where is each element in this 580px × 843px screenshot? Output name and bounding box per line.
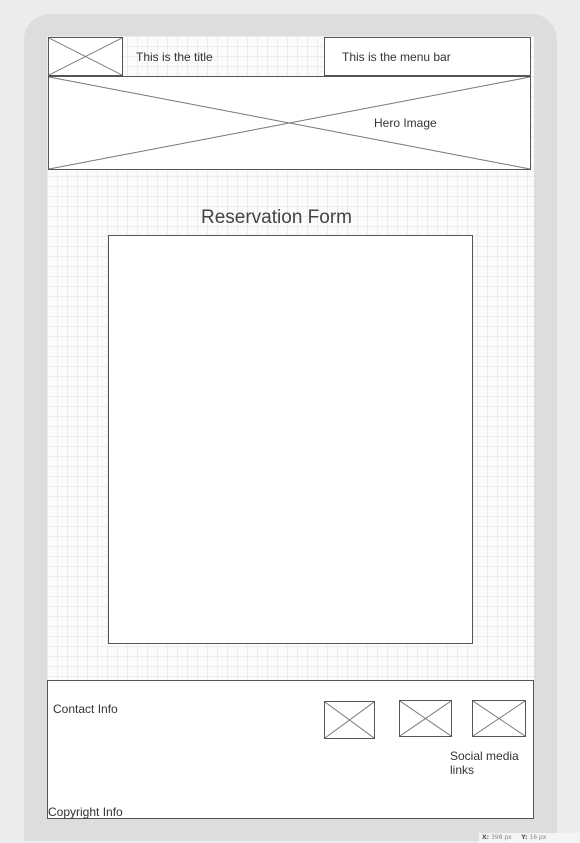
image-placeholder-icon <box>49 38 122 75</box>
image-placeholder-icon <box>325 702 374 738</box>
social-link-3[interactable] <box>472 700 526 737</box>
copyright-info: Copyright Info <box>48 805 123 819</box>
contact-info: Contact Info <box>53 702 118 716</box>
logo-placeholder[interactable] <box>48 37 123 76</box>
hero-label: Hero Image <box>374 116 437 130</box>
image-placeholder-icon <box>49 77 530 169</box>
footer: Contact Info Social media links Copyrigh… <box>47 680 534 819</box>
social-link-1[interactable] <box>324 701 375 739</box>
menu-bar[interactable]: This is the menu bar <box>324 37 531 76</box>
menu-bar-label: This is the menu bar <box>342 50 451 64</box>
social-link-2[interactable] <box>399 700 452 737</box>
y-label: Y: <box>521 834 528 841</box>
form-title: Reservation Form <box>201 207 352 228</box>
y-value: 16 px <box>529 834 547 841</box>
coordinate-readout: X: 398 px Y: 16 px <box>479 833 580 843</box>
x-value: 398 px <box>490 834 512 841</box>
hero-image: Hero Image <box>48 76 531 170</box>
site-title: This is the title <box>136 50 213 64</box>
reservation-form[interactable] <box>108 235 473 644</box>
x-label: X: <box>482 834 490 841</box>
image-placeholder-icon <box>400 701 451 736</box>
social-media-label: Social media links <box>450 749 519 777</box>
image-placeholder-icon <box>473 701 525 736</box>
